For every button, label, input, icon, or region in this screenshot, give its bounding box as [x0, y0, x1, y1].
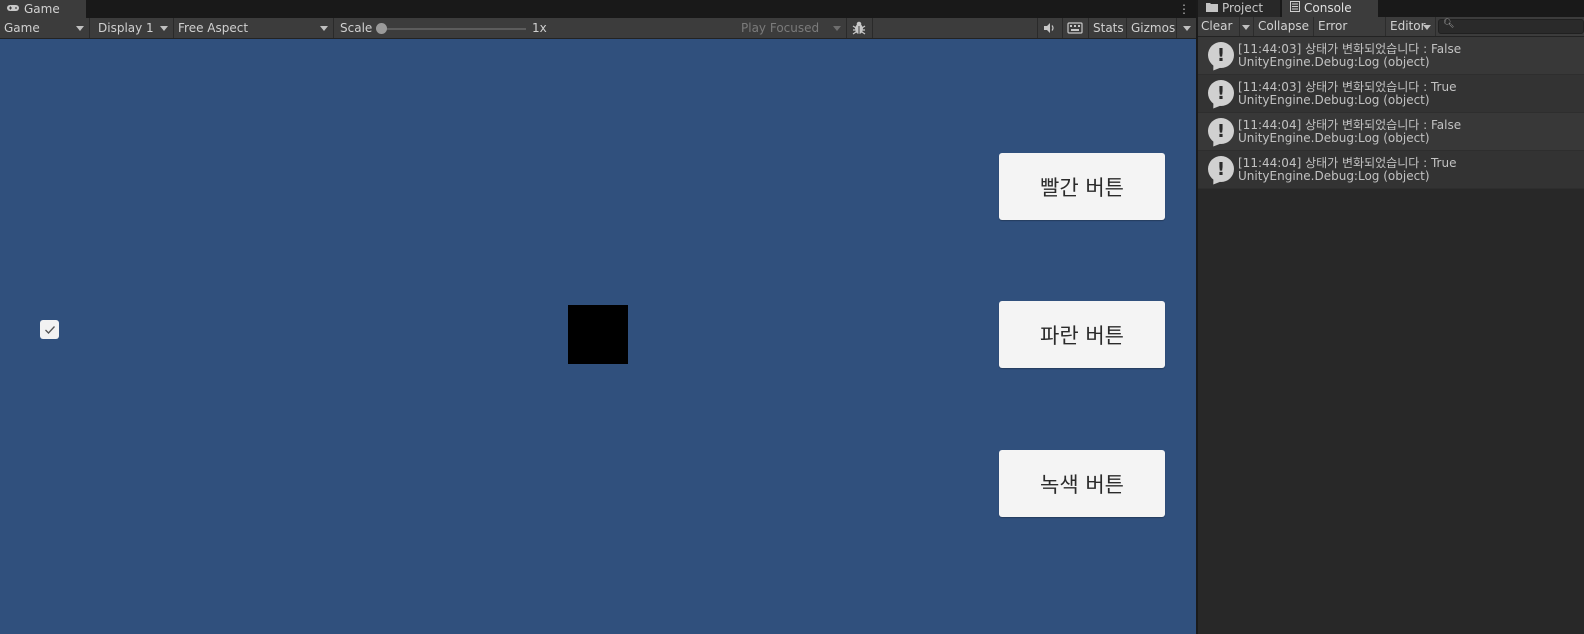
keyboard-icon[interactable] — [1063, 18, 1089, 38]
game-toolbar: Game Display 1 Free Aspect Scale 1x Play… — [0, 18, 1196, 39]
chevron-down-icon — [1423, 25, 1431, 30]
stats-label: Stats — [1093, 21, 1124, 35]
game-mode-label: Game — [4, 21, 40, 35]
gamepad-icon — [6, 0, 20, 18]
console-log-list: ! [11:44:03] 상태가 변화되었습니다 : False UnityEn… — [1198, 37, 1584, 189]
chevron-down-icon — [833, 26, 841, 31]
gizmos-dropdown[interactable] — [1177, 18, 1196, 38]
blue-button-label: 파란 버튼 — [1040, 323, 1124, 348]
log-source: UnityEngine.Debug:Log (object) — [1238, 131, 1430, 145]
info-message-icon: ! — [1208, 42, 1234, 68]
tab-game[interactable]: Game — [0, 0, 86, 18]
folder-icon — [1206, 0, 1218, 17]
info-message-icon: ! — [1208, 118, 1234, 144]
tab-project[interactable]: Project — [1198, 0, 1280, 17]
game-tabbar: Game ⋮ — [0, 0, 1196, 18]
game-view-panel: Game ⋮ Game Display 1 Free Aspect Scale … — [0, 0, 1196, 634]
audio-mute-icon[interactable] — [1037, 18, 1063, 38]
game-mode-dropdown[interactable]: Game — [0, 18, 90, 38]
console-tabbar: Project Console — [1198, 0, 1584, 17]
green-button[interactable]: 녹색 버튼 — [999, 450, 1165, 517]
search-icon: 🔍︎ — [1443, 19, 1455, 29]
red-button[interactable]: 빨간 버튼 — [999, 153, 1165, 220]
log-source: UnityEngine.Debug:Log (object) — [1238, 55, 1430, 69]
green-button-label: 녹색 버튼 — [1040, 472, 1124, 497]
gizmos-label: Gizmos — [1131, 21, 1176, 35]
gizmos-button[interactable]: Gizmos — [1127, 18, 1177, 38]
chevron-down-icon — [1183, 26, 1191, 31]
log-entry[interactable]: ! [11:44:03] 상태가 변화되었습니다 : True UnityEng… — [1198, 75, 1584, 113]
tab-console[interactable]: Console — [1282, 0, 1378, 17]
display-label: Display 1 — [98, 21, 154, 35]
info-message-icon: ! — [1208, 80, 1234, 106]
clear-button[interactable]: Clear — [1198, 17, 1240, 36]
chevron-down-icon — [1242, 25, 1250, 30]
clear-label: Clear — [1201, 19, 1233, 33]
chevron-down-icon — [76, 26, 84, 31]
stats-button[interactable]: Stats — [1089, 18, 1127, 38]
info-message-icon: ! — [1208, 156, 1234, 182]
scale-slider-track[interactable] — [380, 28, 526, 30]
log-entry[interactable]: ! [11:44:03] 상태가 변화되었습니다 : False UnityEn… — [1198, 37, 1584, 75]
log-source: UnityEngine.Debug:Log (object) — [1238, 93, 1430, 107]
collapse-button[interactable]: Collapse — [1254, 17, 1314, 36]
console-icon — [1290, 0, 1300, 17]
scale-value: 1x — [528, 18, 568, 38]
checkmark-icon — [44, 325, 55, 334]
log-source: UnityEngine.Debug:Log (object) — [1238, 169, 1430, 183]
clear-options-dropdown[interactable] — [1240, 17, 1254, 36]
aspect-dropdown[interactable]: Free Aspect — [174, 18, 334, 38]
editor-dropdown[interactable]: Editor — [1386, 17, 1436, 36]
console-search-input[interactable]: 🔍︎ — [1438, 19, 1584, 34]
collapse-label: Collapse — [1258, 19, 1309, 33]
log-entry[interactable]: ! [11:44:04] 상태가 변화되었습니다 : False UnityEn… — [1198, 113, 1584, 151]
tab-game-label: Game — [24, 2, 60, 16]
aspect-label: Free Aspect — [178, 21, 249, 35]
game-viewport: 빨간 버튼 파란 버튼 녹색 버튼 — [0, 39, 1196, 634]
console-panel: Project Console Clear Collapse Error Pau… — [1196, 0, 1584, 634]
scale-value-text: 1x — [532, 21, 547, 35]
tab-project-label: Project — [1222, 1, 1264, 15]
editor-label: Editor — [1390, 19, 1426, 33]
play-mode-dropdown[interactable]: Play Focused — [737, 18, 847, 38]
scale-slider-thumb[interactable] — [376, 23, 387, 34]
play-mode-label: Play Focused — [741, 21, 820, 35]
bug-icon[interactable] — [847, 18, 873, 38]
blue-button[interactable]: 파란 버튼 — [999, 301, 1165, 368]
red-button-label: 빨간 버튼 — [1040, 175, 1124, 200]
error-pause-button[interactable]: Error Pause — [1314, 17, 1386, 52]
display-dropdown[interactable]: Display 1 — [90, 18, 174, 38]
color-display-square — [568, 305, 628, 364]
toggle-checkbox[interactable] — [40, 320, 59, 339]
chevron-down-icon — [320, 26, 328, 31]
kebab-menu-icon[interactable]: ⋮ — [1178, 1, 1190, 17]
console-toolbar: Clear Collapse Error Pause Editor 🔍︎ — [1198, 17, 1584, 52]
log-entry[interactable]: ! [11:44:04] 상태가 변화되었습니다 : True UnityEng… — [1198, 151, 1584, 189]
tab-console-label: Console — [1304, 1, 1352, 15]
scale-label: Scale — [340, 21, 373, 35]
chevron-down-icon — [160, 26, 168, 31]
